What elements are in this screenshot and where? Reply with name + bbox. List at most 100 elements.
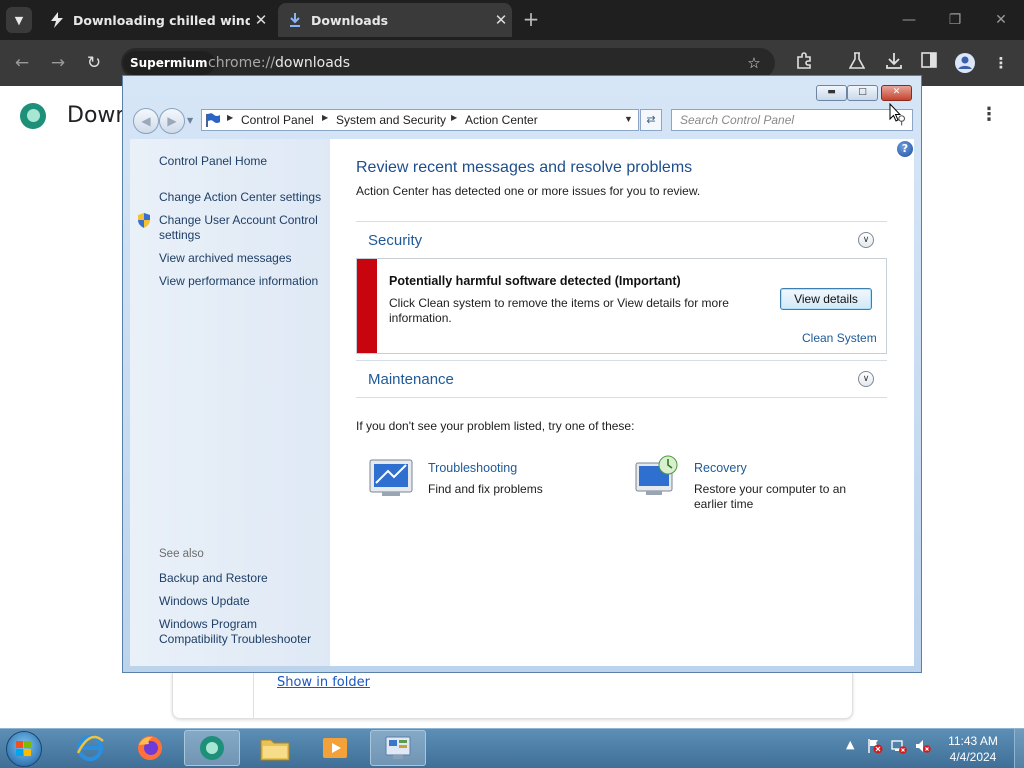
breadcrumb-action-center[interactable]: Action Center (465, 113, 538, 127)
downloads-icon[interactable] (883, 52, 905, 74)
address-url[interactable]: chrome://downloads (208, 53, 350, 73)
try-these-text: If you don't see your problem listed, tr… (356, 419, 635, 433)
back-button[interactable]: ◀ (133, 108, 159, 134)
window-minimize-button[interactable]: ▬ (816, 85, 847, 101)
control-panel-icon (385, 736, 411, 759)
taskbar-file-explorer[interactable] (247, 730, 303, 766)
clock-time: 11:43 AM (948, 734, 998, 748)
volume-muted-icon[interactable] (915, 738, 931, 757)
control-panel-home-link[interactable]: Control Panel Home (159, 154, 267, 169)
search-control-panel-input[interactable]: Search Control Panel ⚲ (671, 109, 913, 131)
internet-explorer-icon (76, 735, 104, 761)
taskbar-control-panel[interactable] (370, 730, 426, 766)
maintenance-section-title[interactable]: Maintenance (368, 371, 454, 388)
download-icon (287, 12, 303, 28)
action-center-flag-error-icon[interactable] (867, 738, 883, 757)
window-maximize-button[interactable]: □ (847, 85, 878, 101)
recovery-description: Restore your computer to an earlier time (694, 482, 847, 511)
section-divider (356, 221, 887, 222)
left-navigation-pane: Control Panel Home Change Action Center … (130, 139, 330, 666)
firefox-icon (138, 736, 162, 760)
side-panel-icon[interactable] (918, 52, 940, 74)
taskbar-media-player[interactable] (307, 730, 363, 766)
taskbar-internet-explorer[interactable] (62, 730, 118, 766)
tab-downloads[interactable]: Downloads ✕ (278, 3, 512, 37)
download-item-card (172, 672, 853, 719)
media-player-icon (323, 738, 347, 758)
downloads-more-icon[interactable]: ⋮ (980, 104, 998, 125)
tab-title: Downloading chilled windows (73, 12, 250, 28)
program-compatibility-troubleshooter-link[interactable]: Windows Program Compatibility Troublesho… (159, 617, 324, 647)
breadcrumb-separator-icon: ▶ (227, 113, 234, 122)
forward-icon[interactable]: → (46, 51, 70, 75)
address-dropdown-icon[interactable]: ▼ (624, 114, 633, 124)
close-icon[interactable]: ✕ (988, 9, 1014, 31)
uac-shield-icon (137, 213, 151, 228)
troubleshooting-description: Find and fix problems (428, 482, 543, 496)
supermium-logo (20, 103, 46, 129)
window-close-button[interactable]: ✕ (881, 85, 912, 101)
bookmark-star-icon[interactable]: ☆ (743, 52, 765, 74)
reload-icon[interactable]: ↻ (82, 51, 106, 75)
tab-search-chevron-icon[interactable]: ▼ (6, 7, 32, 33)
network-disconnected-icon[interactable] (891, 738, 907, 757)
labs-flask-icon[interactable] (846, 52, 868, 74)
refresh-button[interactable]: ⇄ (640, 109, 662, 131)
tray-overflow-chevron-icon[interactable]: ▲ (846, 738, 854, 751)
browser-menu-icon[interactable]: ⋮ (990, 52, 1012, 74)
taskbar-supermium[interactable] (184, 730, 240, 766)
security-section-title[interactable]: Security (368, 232, 422, 249)
view-performance-information-link[interactable]: View performance information (159, 274, 318, 289)
start-button[interactable] (6, 731, 42, 767)
breadcrumb-separator-icon[interactable]: ▶ (451, 113, 457, 122)
control-panel-address-bar[interactable]: ▶ Control Panel ▶ System and Security ▶ … (201, 109, 639, 131)
page-subheading: Action Center has detected one or more i… (356, 184, 701, 198)
tab-close-icon[interactable]: ✕ (490, 11, 512, 29)
view-archived-messages-link[interactable]: View archived messages (159, 251, 292, 266)
new-tab-button[interactable]: + (520, 8, 542, 30)
mouse-cursor-icon (889, 102, 902, 123)
show-in-folder-link[interactable]: Show in folder (277, 675, 370, 690)
view-details-button[interactable]: View details (780, 288, 872, 310)
extensions-icon[interactable] (793, 52, 815, 74)
browser-name-chip[interactable]: Supermium (123, 51, 215, 75)
control-panel-flag-icon (205, 112, 221, 131)
recovery-icon[interactable] (634, 455, 680, 497)
minimize-icon[interactable]: — (896, 9, 922, 31)
breadcrumb-control-panel[interactable]: Control Panel (241, 113, 314, 127)
change-action-center-settings-link[interactable]: Change Action Center settings (159, 190, 321, 205)
change-uac-settings-link[interactable]: Change User Account Control settings (159, 213, 324, 243)
folder-icon (260, 739, 290, 761)
help-icon[interactable]: ? (897, 141, 913, 157)
action-center-window: ▬ □ ✕ ◀ ▶ ▼ ▶ Control Panel ▶ System and… (122, 75, 922, 673)
back-icon[interactable]: ← (10, 51, 34, 75)
clock-date: 4/4/2024 (949, 750, 997, 764)
recovery-link[interactable]: Recovery (694, 461, 747, 475)
forward-button[interactable]: ▶ (159, 108, 185, 134)
show-desktop-button[interactable] (1014, 729, 1024, 768)
taskbar-clock[interactable]: 11:43 AM 4/4/2024 (940, 733, 1006, 765)
tab-close-icon[interactable]: ✕ (250, 11, 272, 29)
breadcrumb-separator-icon[interactable]: ▶ (322, 113, 328, 122)
windows-update-link[interactable]: Windows Update (159, 594, 250, 609)
recent-pages-chevron-icon[interactable]: ▼ (187, 116, 193, 125)
maintenance-expand-chevron-icon[interactable]: ∨ (858, 371, 874, 387)
restore-icon[interactable]: ❐ (942, 9, 968, 31)
clean-system-link[interactable]: Clean System (802, 331, 877, 345)
security-collapse-chevron-icon[interactable]: ∨ (858, 232, 874, 248)
profile-avatar-icon[interactable] (954, 52, 976, 74)
see-also-label: See also (159, 548, 204, 560)
harmful-software-alert: Potentially harmful software detected (I… (356, 258, 887, 354)
troubleshooting-icon[interactable] (368, 457, 414, 499)
alert-title: Potentially harmful software detected (I… (389, 274, 681, 288)
tab-title: Downloads (311, 12, 389, 28)
backup-and-restore-link[interactable]: Backup and Restore (159, 571, 268, 586)
main-content-pane: ? Review recent messages and resolve pro… (330, 139, 914, 666)
alert-severity-bar (357, 259, 377, 353)
breadcrumb-system-and-security[interactable]: System and Security (336, 113, 446, 127)
taskbar-firefox[interactable] (122, 730, 178, 766)
section-divider (356, 360, 887, 361)
windows-logo-icon (16, 741, 31, 756)
troubleshooting-link[interactable]: Troubleshooting (428, 461, 517, 475)
tab-downloading-chilled-windows[interactable]: Downloading chilled windows ✕ (40, 3, 272, 37)
